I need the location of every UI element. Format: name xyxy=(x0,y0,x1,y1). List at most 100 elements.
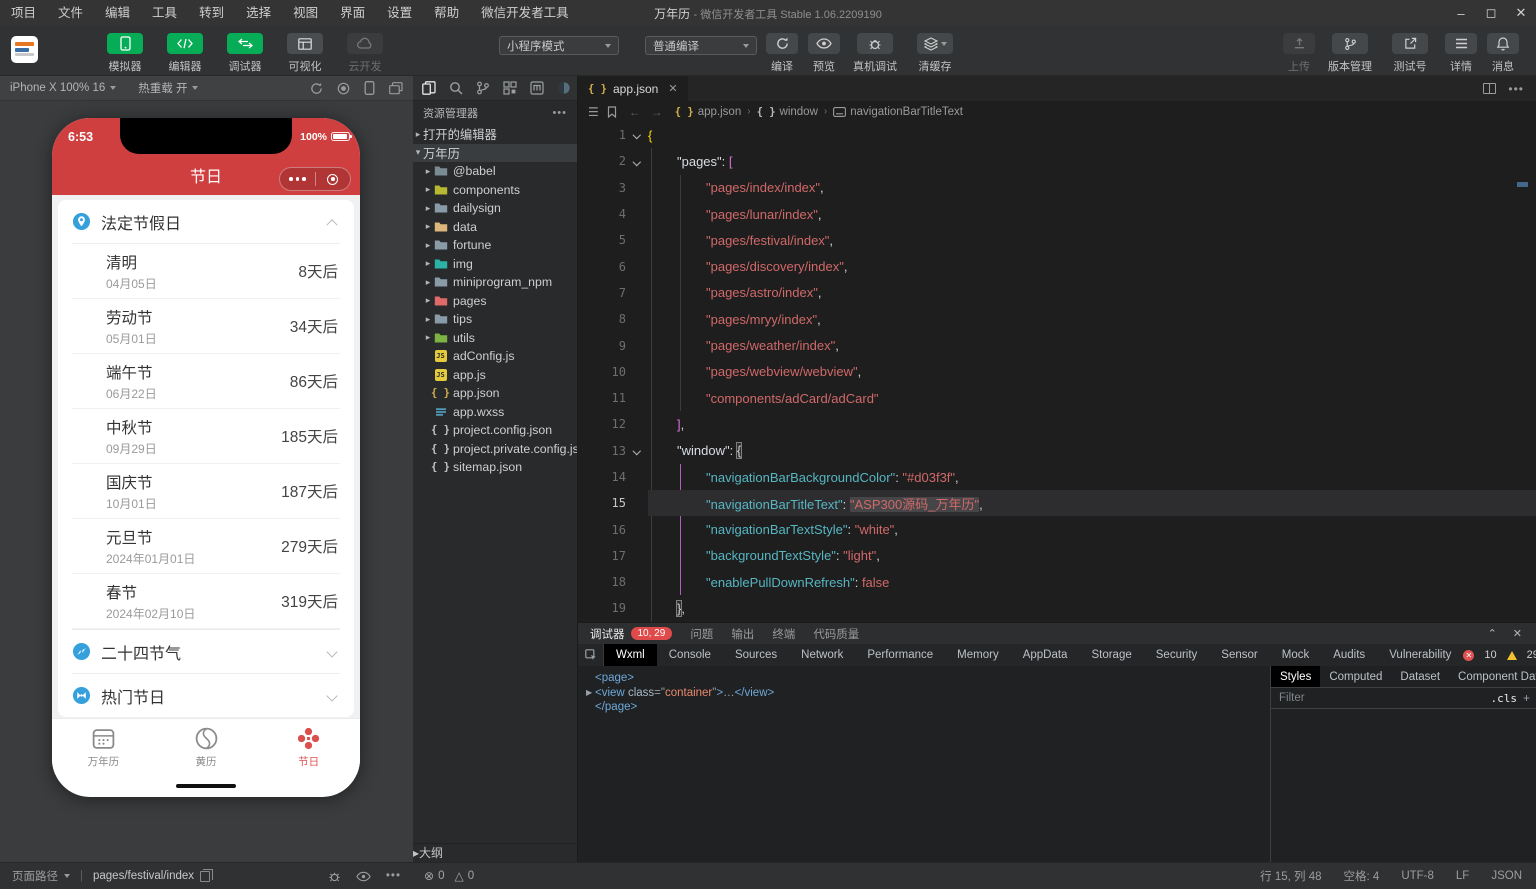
fold-chevron-icon[interactable] xyxy=(626,131,648,140)
code-line-10[interactable]: 10 "pages/webview/webview", xyxy=(578,359,1536,385)
search-icon[interactable] xyxy=(449,81,463,95)
menu-item[interactable]: 帮助 xyxy=(423,0,470,26)
menu-item[interactable]: 设置 xyxy=(376,0,423,26)
code-line-18[interactable]: 18 "enablePullDownRefresh": false xyxy=(578,569,1536,595)
wxml-line[interactable]: ▶ <view class =" container " >… </view> xyxy=(586,686,1270,701)
tree-file-app.js[interactable]: JS app.js xyxy=(413,366,577,385)
phone-tab-万年历[interactable]: 万年历 xyxy=(52,719,155,775)
inspect-element-icon[interactable] xyxy=(578,644,604,666)
tree-folder-fortune[interactable]: ▸ fortune xyxy=(413,236,577,255)
section-header-2[interactable]: 热门节日 xyxy=(72,674,340,717)
minimize-icon[interactable]: – xyxy=(1446,0,1476,26)
devtools-tab-Security[interactable]: Security xyxy=(1144,644,1210,666)
fold-chevron-icon[interactable] xyxy=(626,446,648,455)
status-item[interactable]: 空格: 4 xyxy=(1344,868,1380,884)
record-icon[interactable] xyxy=(337,82,350,95)
add-style-icon[interactable]: + xyxy=(1523,691,1530,705)
tree-folder-components[interactable]: ▸ components xyxy=(413,181,577,200)
devtools-tab-Sensor[interactable]: Sensor xyxy=(1209,644,1269,666)
tree-file-sitemap.json[interactable]: { } sitemap.json xyxy=(413,458,577,477)
close-icon[interactable]: ✕ xyxy=(1506,0,1536,26)
menu-item[interactable]: 编辑 xyxy=(94,0,141,26)
debugger-tab-终端[interactable]: 终端 xyxy=(772,626,795,642)
tree-file-app.wxss[interactable]: app.wxss xyxy=(413,403,577,422)
menu-item[interactable]: 视图 xyxy=(282,0,329,26)
tree-folder-tips[interactable]: ▸ tips xyxy=(413,310,577,329)
copy-icon[interactable] xyxy=(200,868,214,882)
tree-file-app.json[interactable]: { } app.json xyxy=(413,384,577,403)
styles-filter-input[interactable] xyxy=(1277,691,1485,705)
action-refresh-button[interactable]: 编译 xyxy=(765,33,799,74)
back-arrow-icon[interactable]: ← xyxy=(629,105,641,119)
festival-row[interactable]: 国庆节 10月01日 187天后 xyxy=(72,464,340,519)
code-line-3[interactable]: 3 "pages/index/index", xyxy=(578,175,1536,201)
code-line-1[interactable]: 1{ xyxy=(578,122,1536,148)
debugger-tab-问题[interactable]: 问题 xyxy=(690,626,713,642)
phone-tab-节日[interactable]: 节日 xyxy=(257,719,360,775)
toggle-layout-button[interactable]: 可视化 xyxy=(279,33,331,74)
code-line-16[interactable]: 16 "navigationBarTextStyle": "white", xyxy=(578,516,1536,542)
devtools-tab-Memory[interactable]: Memory xyxy=(945,644,1011,666)
eye-icon[interactable] xyxy=(356,871,371,882)
code-line-9[interactable]: 9 "pages/weather/index", xyxy=(578,332,1536,358)
festival-row[interactable]: 春节 2024年02月10日 319天后 xyxy=(72,574,340,629)
code-line-12[interactable]: 12], xyxy=(578,411,1536,437)
devtools-tab-Sources[interactable]: Sources xyxy=(723,644,789,666)
styles-tab-Component-Data[interactable]: Component Data xyxy=(1449,666,1536,687)
code-line-5[interactable]: 5 "pages/festival/index", xyxy=(578,227,1536,253)
festival-row[interactable]: 端午节 06月22日 86天后 xyxy=(72,354,340,409)
tree-folder-dailysign[interactable]: ▸ dailysign xyxy=(413,199,577,218)
toggle-code-button[interactable]: 编辑器 xyxy=(159,33,211,74)
code-line-2[interactable]: 2 "pages": [ xyxy=(578,148,1536,174)
npm-panel-icon[interactable] xyxy=(530,81,544,95)
breadcrumb-item-app.json[interactable]: { } app.json xyxy=(675,106,741,118)
cls-button[interactable]: .cls xyxy=(1490,692,1517,705)
right-external-button[interactable]: 测试号 xyxy=(1384,33,1436,74)
tree-open-editors[interactable]: ▸ 打开的编辑器 xyxy=(413,125,577,144)
breadcrumb-item-navigationBarTitleText[interactable]: navigationBarTitleText xyxy=(833,106,963,118)
compile-mode-select[interactable]: 普通编译 xyxy=(645,36,757,55)
code-line-4[interactable]: 4 "pages/lunar/index", xyxy=(578,201,1536,227)
devtools-tab-Console[interactable]: Console xyxy=(657,644,723,666)
devtools-tab-Network[interactable]: Network xyxy=(789,644,855,666)
section-header-1[interactable]: 二十四节气 xyxy=(72,630,340,673)
hot-reload-toggle[interactable]: 热重载 开 xyxy=(138,80,199,96)
tree-file-adConfig.js[interactable]: JS adConfig.js xyxy=(413,347,577,366)
more-menu-icon[interactable] xyxy=(280,177,315,181)
device-icon[interactable] xyxy=(364,81,375,95)
devtools-tab-AppData[interactable]: AppData xyxy=(1011,644,1080,666)
wxml-line[interactable]: </page> xyxy=(586,700,1270,715)
fold-chevron-icon[interactable] xyxy=(626,157,648,166)
code-line-19[interactable]: 19}, xyxy=(578,595,1536,621)
tree-folder-data[interactable]: ▸ data xyxy=(413,218,577,237)
more-actions-icon[interactable]: ••• xyxy=(386,870,401,882)
debugger-tab-输出[interactable]: 输出 xyxy=(731,626,754,642)
menu-icon[interactable]: ☰ xyxy=(588,105,599,119)
code-line-7[interactable]: 7 "pages/astro/index", xyxy=(578,280,1536,306)
menu-item[interactable]: 工具 xyxy=(141,0,188,26)
status-item[interactable]: UTF-8 xyxy=(1401,870,1434,882)
files-icon[interactable] xyxy=(422,81,436,95)
styles-tab-Computed[interactable]: Computed xyxy=(1320,666,1391,687)
toggle-cloud-button[interactable]: 云开发 xyxy=(339,33,391,74)
code-line-15[interactable]: 15 "navigationBarTitleText": "ASP300源码_万年… xyxy=(578,490,1536,517)
debugger-tab-代码质量[interactable]: 代码质量 xyxy=(813,626,859,642)
festival-row[interactable]: 清明 04月05日 8天后 xyxy=(72,244,340,299)
action-layers-button[interactable]: 清缓存 xyxy=(909,33,961,74)
menu-item[interactable]: 微信开发者工具 xyxy=(470,0,580,26)
device-select[interactable]: iPhone X 100% 16 xyxy=(10,82,117,94)
tab-app-json[interactable]: { } app.json ✕ xyxy=(578,76,688,101)
tree-folder-utils[interactable]: ▸ utils xyxy=(413,329,577,348)
more-actions-icon[interactable]: ••• xyxy=(1508,82,1524,96)
wxml-line[interactable]: <page> xyxy=(586,671,1270,686)
code-line-6[interactable]: 6 "pages/discovery/index", xyxy=(578,253,1536,279)
code-line-8[interactable]: 8 "pages/mryy/index", xyxy=(578,306,1536,332)
styles-tab-Dataset[interactable]: Dataset xyxy=(1391,666,1449,687)
menu-item[interactable]: 界面 xyxy=(329,0,376,26)
devtools-tab-Audits[interactable]: Audits xyxy=(1321,644,1377,666)
breadcrumb-item-window[interactable]: { } window xyxy=(757,106,818,118)
git-branch-icon[interactable] xyxy=(476,81,490,95)
close-minibar-icon[interactable] xyxy=(316,173,351,185)
devtools-tab-Wxml[interactable]: Wxml xyxy=(604,644,657,666)
tree-file-project.private.config.js...[interactable]: { } project.private.config.js... xyxy=(413,440,577,459)
